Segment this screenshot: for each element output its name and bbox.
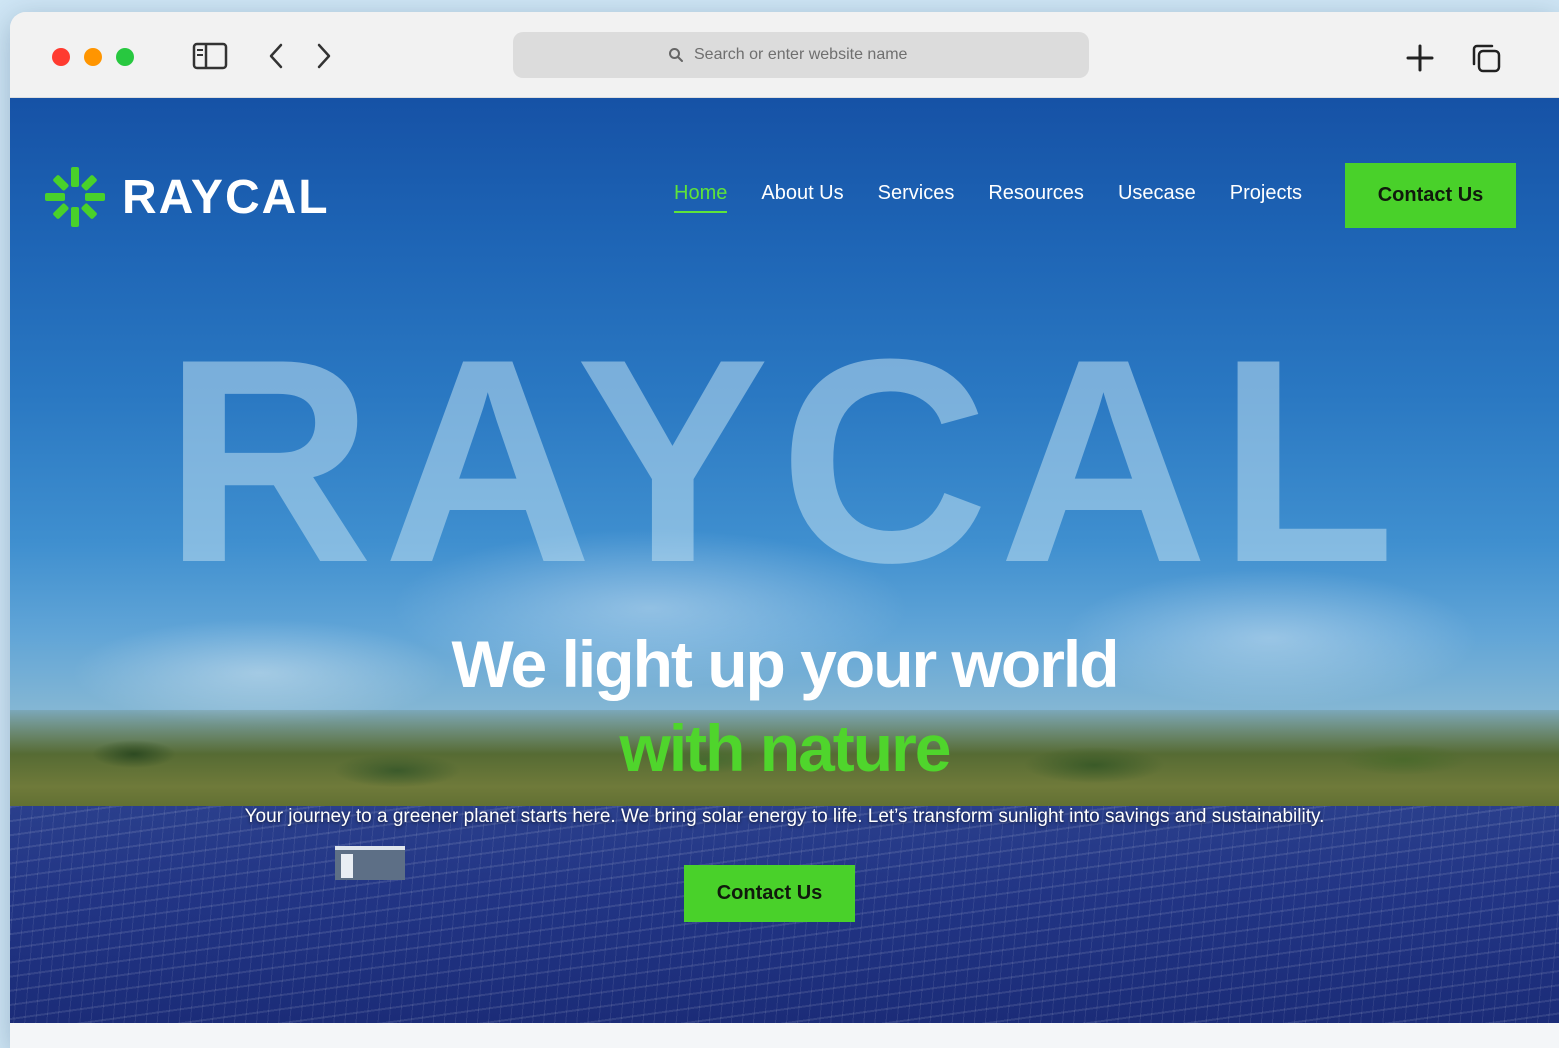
nav-item-resources[interactable]: Resources — [988, 182, 1084, 213]
zoom-window-button[interactable] — [116, 48, 134, 66]
website-viewport: Raycal Home About Us Services Resources … — [10, 98, 1559, 1023]
main-nav: Home About Us Services Resources Usecase… — [674, 182, 1302, 213]
tab-overview-icon[interactable] — [1468, 42, 1504, 74]
forward-arrow-icon[interactable] — [306, 40, 342, 72]
hero-headline: We light up your world — [451, 627, 1119, 701]
address-input[interactable] — [694, 46, 934, 64]
brand-name: Raycal — [122, 170, 330, 224]
search-icon — [669, 48, 683, 62]
nav-item-home[interactable]: Home — [674, 182, 728, 213]
hero-headline-accent: with nature — [619, 711, 951, 785]
nav-item-usecase[interactable]: Usecase — [1118, 182, 1196, 213]
address-bar[interactable] — [513, 32, 1089, 78]
window-controls — [52, 48, 134, 66]
nav-item-about-us[interactable]: About Us — [761, 182, 843, 213]
page-bottom-edge — [10, 1023, 1559, 1048]
shed-background — [335, 846, 405, 880]
hero-contact-button[interactable]: Contact Us — [684, 865, 855, 922]
site-header: Raycal Home About Us Services Resources … — [10, 98, 1559, 298]
sidebar-toggle-icon[interactable] — [192, 40, 228, 72]
close-window-button[interactable] — [52, 48, 70, 66]
nav-item-services[interactable]: Services — [878, 182, 955, 213]
sun-logo-icon — [45, 167, 105, 227]
hero-brand-watermark: Raycal — [163, 299, 1406, 623]
header-contact-button[interactable]: Contact Us — [1345, 163, 1516, 228]
plus-icon[interactable] — [1402, 42, 1438, 74]
site-logo[interactable]: Raycal — [42, 164, 330, 230]
hero-tagline: Your journey to a greener planet starts … — [244, 806, 1325, 827]
browser-toolbar — [10, 12, 1559, 98]
minimize-window-button[interactable] — [84, 48, 102, 66]
back-arrow-icon[interactable] — [258, 40, 294, 72]
nav-item-projects[interactable]: Projects — [1230, 182, 1302, 213]
browser-window: Raycal Home About Us Services Resources … — [10, 12, 1559, 1048]
